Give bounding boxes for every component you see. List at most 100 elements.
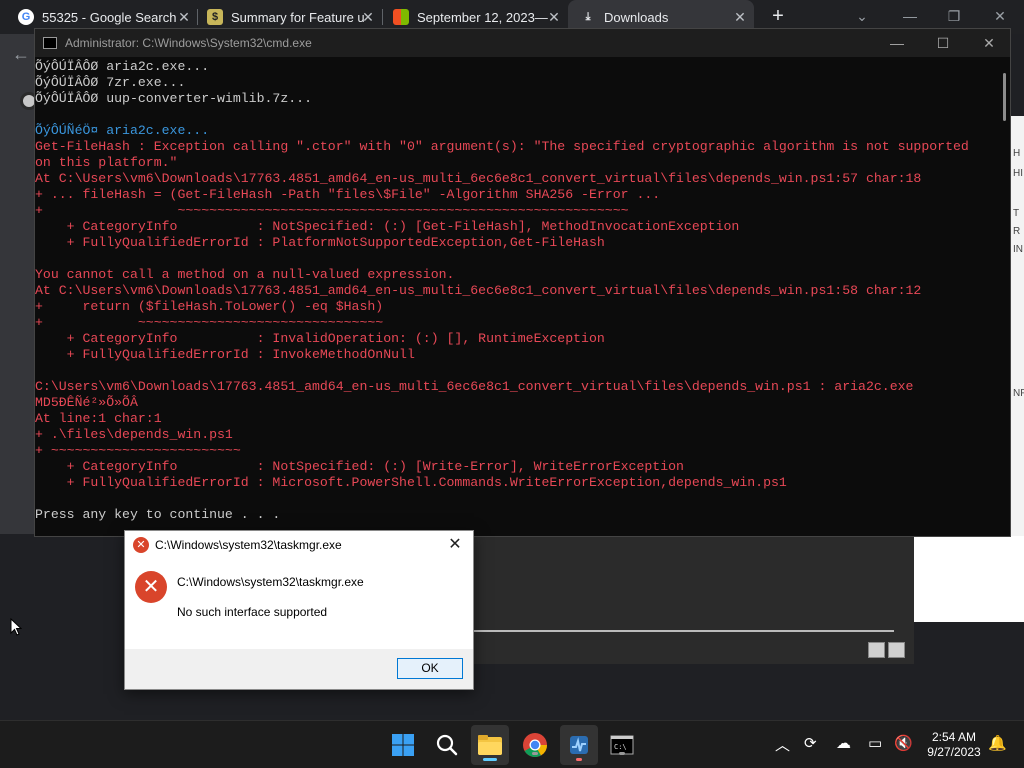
fragment-text: NF <box>1013 388 1024 399</box>
terminal-icon[interactable]: C:\ <box>608 731 636 759</box>
close-icon[interactable]: ✕ <box>176 9 192 25</box>
dialog-titlebar[interactable]: ✕ C:\Windows\system32\taskmgr.exe ✕ <box>125 531 473 559</box>
close-icon[interactable]: ✕ <box>979 33 999 53</box>
console-line: At line:1 char:1 <box>35 411 162 426</box>
tab-separator <box>197 9 198 25</box>
console-line: + ~~~~~~~~~~~~~~~~~~~~~~~~ <box>35 443 241 458</box>
console-line: You cannot call a method on a null-value… <box>35 267 455 282</box>
console-line: ÕýÔÚÏÂÔØ aria2c.exe... <box>35 59 210 74</box>
fragment-text: HI <box>1013 168 1023 179</box>
fragment-text: T <box>1013 208 1020 219</box>
dialog-footer: OK <box>125 649 473 689</box>
console-line: Press any key to continue . . . <box>35 507 281 522</box>
console-line: + .\files\depends_win.ps1 <box>35 427 233 442</box>
chevron-up-icon[interactable]: ︿ <box>775 734 790 755</box>
onedrive-icon[interactable]: ☁ <box>836 734 851 752</box>
start-windows-icon[interactable] <box>389 731 417 759</box>
tab-label: September 12, 2023— <box>417 9 548 25</box>
running-indicator <box>576 758 582 761</box>
close-icon[interactable]: ✕ <box>360 9 376 25</box>
feedback-icon: $ <box>207 9 223 25</box>
maximize-icon[interactable]: ☐ <box>933 33 953 53</box>
background-window <box>474 536 914 664</box>
console-line: + CategoryInfo : InvalidOperation: (:) [… <box>35 331 605 346</box>
tab-label: Downloads <box>604 9 669 25</box>
fragment-text: H <box>1013 148 1021 159</box>
search-icon[interactable] <box>433 731 461 759</box>
fragment-text: IN <box>1013 244 1023 255</box>
restore-icon[interactable]: ❐ <box>944 6 964 26</box>
console-line: ÕýÔÚÏÂÔØ uup-converter-wimlib.7z... <box>35 91 312 106</box>
console-line: + CategoryInfo : NotSpecified: (:) [Writ… <box>35 459 684 474</box>
new-tab-icon[interactable]: + <box>768 6 788 26</box>
console-line: on this platform." <box>35 155 178 170</box>
task-manager-icon[interactable] <box>560 725 598 765</box>
error-icon: ✕ <box>133 537 149 553</box>
taskbar: C:\ ︿ ⟳ ☁ ▭ 🔇 2:54 AM 9/27/2023 🔔 <box>0 720 1024 768</box>
chrome-icon[interactable] <box>521 731 549 759</box>
console-line: + return ($fileHash.ToLower() -eq $Hash) <box>35 299 384 314</box>
running-indicator <box>532 752 538 755</box>
volume-muted-icon[interactable]: 🔇 <box>894 734 913 752</box>
error-icon: ✕ <box>135 571 167 603</box>
dialog-body: ✕ C:\Windows\system32\taskmgr.exe No suc… <box>125 559 473 649</box>
taskbar-clock[interactable]: 2:54 AM 9/27/2023 <box>926 730 982 760</box>
view-toggle <box>868 642 908 660</box>
clock-date: 9/27/2023 <box>927 745 981 759</box>
cmd-icon <box>43 37 57 49</box>
close-icon[interactable]: ✕ <box>445 535 465 555</box>
console-output[interactable]: ÕýÔÚÏÂÔØ aria2c.exe... ÕýÔÚÏÂÔØ 7zr.exe..… <box>35 59 995 537</box>
console-line: + ~~~~~~~~~~~~~~~~~~~~~~~~~~~~~~~~~~~~~~… <box>35 203 629 218</box>
console-line: Get-FileHash : Exception calling ".ctor"… <box>35 139 969 154</box>
close-icon[interactable]: ✕ <box>546 9 562 25</box>
console-line: At C:\Users\vm6\Downloads\17763.4851_amd… <box>35 171 922 186</box>
tab-search-icon[interactable]: ⌄ <box>852 6 872 26</box>
running-indicator <box>619 752 625 755</box>
console-line: + ... fileHash = (Get-FileHash -Path "fi… <box>35 187 661 202</box>
sync-icon[interactable]: ⟳ <box>804 734 817 752</box>
mouse-cursor-icon <box>10 618 22 636</box>
console-line: + FullyQualifiedErrorId : InvokeMethodOn… <box>35 347 415 362</box>
close-icon[interactable]: ✕ <box>732 9 748 25</box>
details-view-icon[interactable] <box>868 642 885 658</box>
microsoft-icon <box>393 9 409 25</box>
notification-bell-icon[interactable]: 🔔 <box>988 734 1007 752</box>
dialog-title: C:\Windows\system32\taskmgr.exe <box>155 538 342 552</box>
console-line: + ~~~~~~~~~~~~~~~~~~~~~~~~~~~~~~~ <box>35 315 384 330</box>
error-dialog: ✕ C:\Windows\system32\taskmgr.exe ✕ ✕ C:… <box>124 530 474 690</box>
minimize-icon[interactable]: — <box>887 33 907 53</box>
network-icon[interactable]: ▭ <box>868 734 882 752</box>
divider <box>474 630 894 632</box>
ok-button[interactable]: OK <box>397 658 463 679</box>
console-line: ÕýÔÚÏÂÔØ 7zr.exe... <box>35 75 186 90</box>
console-title: Administrator: C:\Windows\System32\cmd.e… <box>65 36 312 50</box>
console-line: MD5ÐÊÑé²»Õ»ÕÂ <box>35 395 138 410</box>
minimize-icon[interactable]: — <box>900 6 920 26</box>
close-icon[interactable]: ✕ <box>990 6 1010 26</box>
console-line: C:\Users\vm6\Downloads\17763.4851_amd64_… <box>35 379 914 394</box>
tab-separator <box>382 9 383 25</box>
clock-time: 2:54 AM <box>931 730 977 744</box>
download-icon: ⤓ <box>585 10 591 23</box>
back-arrow-icon[interactable]: ← <box>12 44 30 65</box>
fragment-text: R <box>1013 226 1021 237</box>
tab-label: 55325 - Google Search <box>42 9 177 25</box>
console-line: + CategoryInfo : NotSpecified: (:) [Get-… <box>35 219 740 234</box>
tiles-view-icon[interactable] <box>888 642 905 658</box>
google-icon: G <box>18 9 34 25</box>
console-line: + FullyQualifiedErrorId : Microsoft.Powe… <box>35 475 787 490</box>
console-line: + FullyQualifiedErrorId : PlatformNotSup… <box>35 235 605 250</box>
console-line: At C:\Users\vm6\Downloads\17763.4851_amd… <box>35 283 922 298</box>
console-line: ÕýÔÚÑéÖ¤ aria2c.exe... <box>35 123 210 138</box>
active-indicator <box>483 758 497 761</box>
console-window[interactable]: Administrator: C:\Windows\System32\cmd.e… <box>34 28 1011 537</box>
svg-text:C:\: C:\ <box>614 743 627 751</box>
console-titlebar[interactable]: Administrator: C:\Windows\System32\cmd.e… <box>35 29 1010 57</box>
dialog-path: C:\Windows\system32\taskmgr.exe <box>177 575 364 589</box>
file-explorer-icon[interactable] <box>471 725 509 765</box>
console-scrollbar[interactable] <box>1003 73 1006 121</box>
